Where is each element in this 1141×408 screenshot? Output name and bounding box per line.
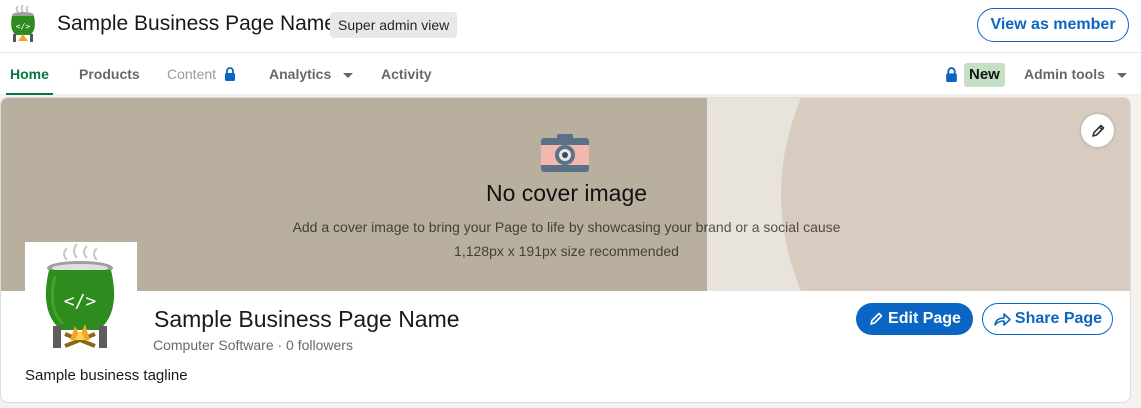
pencil-icon	[1091, 124, 1104, 137]
cauldron-logo-icon: </>	[45, 243, 115, 348]
edit-page-label: Edit Page	[888, 310, 961, 327]
chevron-down-icon	[343, 72, 354, 78]
view-as-member-button[interactable]: View as member	[977, 8, 1129, 42]
chevron-down-icon	[1116, 72, 1127, 78]
cover-area: No cover image Add a cover image to brin…	[1, 98, 1130, 291]
company-tagline: Sample business tagline	[25, 367, 188, 384]
share-arrow-icon	[994, 313, 1011, 326]
tab-content[interactable]: Content	[167, 53, 236, 93]
tab-products[interactable]: Products	[79, 53, 140, 93]
edit-page-button[interactable]: Edit Page	[856, 303, 973, 335]
tab-label: Content	[167, 66, 217, 82]
new-badge: New	[964, 63, 1005, 87]
page-nav: Home Products Content Analytics Activity…	[0, 52, 1141, 95]
no-cover-title: No cover image	[485, 180, 648, 206]
tab-label: Products	[79, 66, 140, 82]
lock-icon	[946, 67, 957, 82]
tab-label: Activity	[381, 66, 432, 82]
camera-icon	[541, 134, 589, 172]
pencil-icon	[870, 312, 883, 325]
svg-text:</>: </>	[64, 291, 97, 312]
page-card: No cover image Add a cover image to brin…	[0, 97, 1131, 403]
no-cover-description: Add a cover image to bring your Page to …	[292, 219, 841, 235]
lock-icon	[224, 67, 235, 81]
share-page-label: Share Page	[1014, 310, 1103, 327]
company-logo-small-icon[interactable]: </>	[6, 4, 40, 44]
page-header: </> Sample Business Page Name Super admi…	[0, 0, 1141, 52]
company-meta: Computer Software · 0 followers	[153, 337, 353, 353]
tab-label: Home	[10, 66, 49, 82]
super-admin-badge: Super admin view	[330, 12, 458, 38]
tab-home[interactable]: Home	[6, 53, 53, 95]
company-logo[interactable]: </>	[25, 242, 137, 352]
svg-text:</>: </>	[16, 22, 31, 31]
company-name: Sample Business Page Name	[154, 306, 460, 332]
admin-tools-menu[interactable]: Admin tools	[1024, 53, 1127, 93]
cover-size-hint: 1,128px x 191px size recommended	[454, 243, 679, 259]
edit-cover-button[interactable]	[1081, 114, 1114, 147]
tab-activity[interactable]: Activity	[381, 53, 432, 93]
admin-tools-label: Admin tools	[1024, 66, 1105, 82]
share-page-button[interactable]: Share Page	[982, 303, 1113, 335]
page-title: Sample Business Page Name	[57, 12, 336, 35]
tab-analytics[interactable]: Analytics	[269, 53, 354, 93]
tab-label: Analytics	[269, 66, 332, 82]
